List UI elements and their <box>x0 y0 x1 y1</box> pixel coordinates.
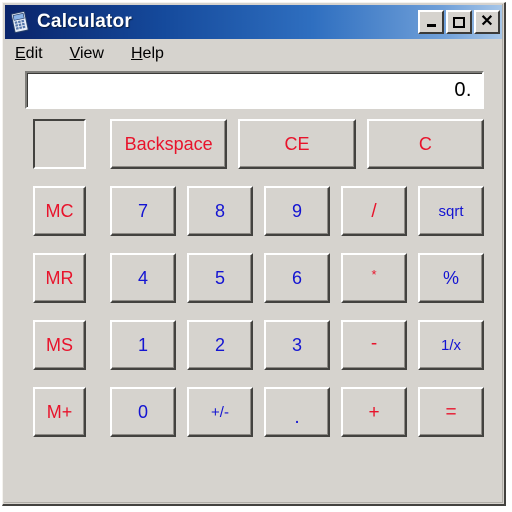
digit-5-button[interactable]: 5 <box>187 253 253 303</box>
digit-2-label: 2 <box>214 335 225 355</box>
memory-add-button[interactable]: M+ <box>33 387 86 437</box>
memory-clear-button[interactable]: MC <box>33 186 86 236</box>
memory-indicator <box>33 119 86 169</box>
digit-7-button[interactable]: 7 <box>110 186 176 236</box>
minimize-button[interactable] <box>418 10 444 34</box>
menu-view-rest: iew <box>79 45 104 62</box>
clear-entry-button[interactable]: CE <box>238 119 356 169</box>
keypad-row-2: MR 4 5 6 * % <box>33 253 484 307</box>
decimal-point-label: . <box>294 406 300 428</box>
digit-3-button[interactable]: 3 <box>264 320 330 370</box>
top-button-row: Backspace CE C <box>33 119 484 173</box>
add-label: + <box>368 401 380 423</box>
menu-item-help[interactable]: Help <box>131 45 164 63</box>
digit-3-label: 3 <box>291 335 302 355</box>
menu-view-accel: V <box>69 45 80 62</box>
backspace-label: Backspace <box>124 134 213 154</box>
multiply-button[interactable]: * <box>341 253 407 303</box>
digit-9-button[interactable]: 9 <box>264 186 330 236</box>
memory-recall-label: MR <box>45 268 74 288</box>
maximize-icon <box>448 12 470 32</box>
clear-label: C <box>418 134 432 154</box>
memory-recall-button[interactable]: MR <box>33 253 86 303</box>
menu-edit-rest: dit <box>25 45 43 62</box>
memory-clear-label: MC <box>45 201 74 221</box>
digit-8-label: 8 <box>214 201 225 221</box>
percent-button[interactable]: % <box>418 253 484 303</box>
maximize-button[interactable] <box>446 10 472 34</box>
title-bar[interactable]: Calculator ✕ <box>5 5 502 39</box>
digit-7-label: 7 <box>137 201 148 221</box>
sqrt-button[interactable]: sqrt <box>418 186 484 236</box>
subtract-button[interactable]: - <box>341 320 407 370</box>
digit-2-button[interactable]: 2 <box>187 320 253 370</box>
digit-6-button[interactable]: 6 <box>264 253 330 303</box>
calculator-icon <box>9 11 31 33</box>
window-title: Calculator <box>37 11 132 32</box>
sign-toggle-button[interactable]: +/- <box>187 387 253 437</box>
menu-item-view[interactable]: View <box>70 45 104 63</box>
menu-edit-accel: E <box>15 45 26 62</box>
display-field[interactable]: 0. <box>25 71 484 109</box>
decimal-point-button[interactable]: . <box>264 387 330 437</box>
memory-add-label: M+ <box>46 402 73 422</box>
digit-4-button[interactable]: 4 <box>110 253 176 303</box>
menu-bar: Edit View Help <box>3 39 504 69</box>
menu-item-edit[interactable]: Edit <box>15 45 43 63</box>
close-icon: ✕ <box>480 13 494 30</box>
reciprocal-button[interactable]: 1/x <box>418 320 484 370</box>
digit-0-label: 0 <box>137 402 148 422</box>
sqrt-label: sqrt <box>438 202 464 220</box>
close-button[interactable]: ✕ <box>474 10 500 34</box>
digit-0-button[interactable]: 0 <box>110 387 176 437</box>
digit-5-label: 5 <box>214 268 225 288</box>
menu-help-accel: H <box>130 45 143 62</box>
calculator-window: Calculator ✕ Edit View Help 0. Backspace <box>2 2 506 506</box>
equals-button[interactable]: = <box>418 387 484 437</box>
keypad-row-4: M+ 0 +/- . + = <box>33 387 484 441</box>
digit-4-label: 4 <box>137 268 148 288</box>
divide-button[interactable]: / <box>341 186 407 236</box>
digit-9-label: 9 <box>291 201 302 221</box>
minimize-icon <box>420 12 442 32</box>
keypad: Backspace CE C MC 7 8 9 / sqrt MR 4 5 6 … <box>33 119 484 504</box>
keypad-row-3: MS 1 2 3 - 1/x <box>33 320 484 374</box>
subtract-label: - <box>370 332 378 354</box>
reciprocal-label: 1/x <box>440 336 461 354</box>
digit-6-label: 6 <box>291 268 302 288</box>
digit-8-button[interactable]: 8 <box>187 186 253 236</box>
percent-label: % <box>442 268 459 288</box>
add-button[interactable]: + <box>341 387 407 437</box>
menu-help-rest: elp <box>142 45 164 62</box>
display-value: 0. <box>454 78 472 101</box>
clear-button[interactable]: C <box>366 119 484 169</box>
digit-1-label: 1 <box>137 335 148 355</box>
memory-store-label: MS <box>46 335 73 355</box>
backspace-button[interactable]: Backspace <box>110 119 228 169</box>
digit-1-button[interactable]: 1 <box>110 320 176 370</box>
equals-label: = <box>445 401 457 423</box>
sign-toggle-label: +/- <box>211 403 229 421</box>
clear-entry-label: CE <box>284 134 310 154</box>
keypad-row-1: MC 7 8 9 / sqrt <box>33 186 484 240</box>
multiply-label: * <box>371 266 377 282</box>
divide-label: / <box>371 200 377 222</box>
memory-store-button[interactable]: MS <box>33 320 86 370</box>
